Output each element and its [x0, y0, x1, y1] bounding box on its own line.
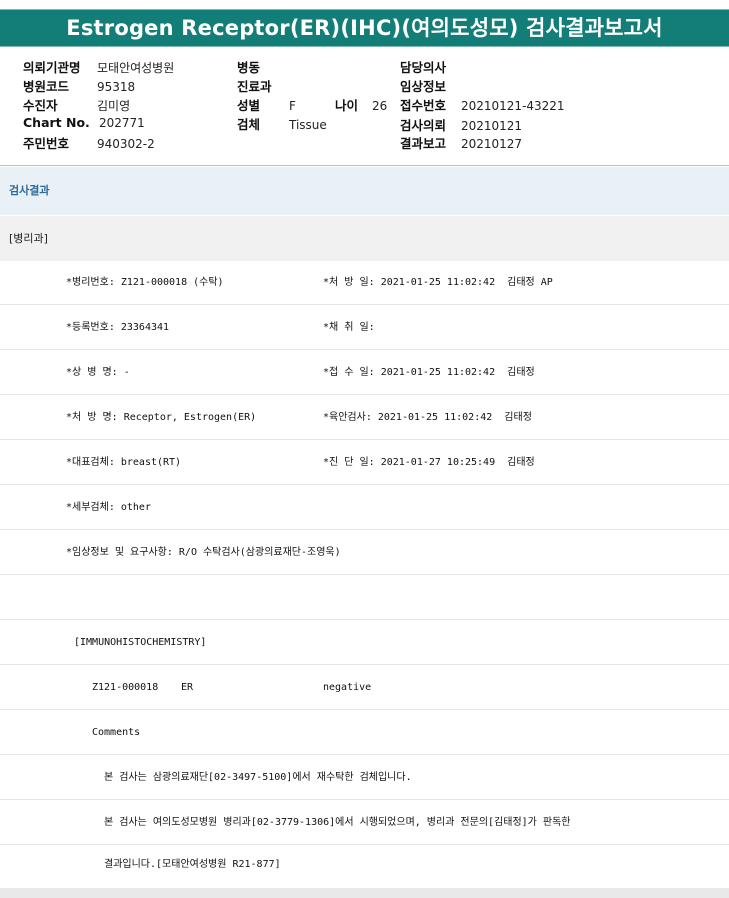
ihc-heading-row: [IMMUNOHISTOCHEMISTRY]: [0, 621, 729, 665]
hospital-code-row: 병원코드 95318: [23, 76, 135, 95]
hospital-code-value: 95318: [96, 80, 136, 94]
patient-row: 수진자 김미영: [23, 95, 130, 114]
footer-band: [0, 888, 729, 898]
age-value: 26: [371, 99, 388, 113]
info-row-left: *병리번호: Z121-000018 (수탁): [66, 277, 224, 288]
results-section-header: 검사결과: [0, 167, 729, 215]
blank-row: [0, 576, 729, 620]
pathology-section-header: [병리과]: [0, 216, 729, 261]
ward-label: 병동: [237, 60, 261, 75]
resident-no-row: 주민번호 940302-2: [23, 133, 155, 152]
patient-label: 수진자: [23, 98, 58, 113]
comments-label-row: Comments: [0, 711, 729, 755]
report-date-label: 결과보고: [400, 136, 447, 151]
info-row: *임상정보 및 요구사항: R/O 수탁검사(삼광의료재단-조영욱): [0, 531, 729, 575]
institution-value: 모태안여성병원: [96, 61, 175, 75]
comment-text: 본 검사는 삼광의료재단[02-3497-5100]에서 재수탁한 검체입니다.: [104, 772, 412, 783]
sex-label: 성별: [237, 98, 261, 113]
ihc-case-number: Z121-000018: [92, 682, 159, 693]
ward-row: 병동: [237, 57, 260, 76]
resident-no-value: 940302-2: [96, 137, 155, 151]
info-row-left: *처 방 명: Receptor, Estrogen(ER): [66, 412, 257, 423]
comments-label: Comments: [92, 727, 141, 738]
institution-label: 의뢰기관명: [23, 60, 81, 75]
chart-no-row: Chart No. 202771: [23, 115, 145, 130]
info-row-right: *채 취 일:: [323, 322, 375, 333]
clinical-row: 임상정보: [400, 76, 446, 95]
report-date-value: 20210127: [460, 137, 523, 151]
info-row: *등록번호: 23364341 *채 취 일:: [0, 306, 729, 350]
info-row-right: *육안검사: 2021-01-25 11:02:42 김태정: [323, 412, 532, 423]
resident-no-label: 주민번호: [23, 136, 70, 151]
info-row-right: *처 방 일: 2021-01-25 11:02:42 김태정 AP: [323, 277, 553, 288]
info-row-right: *진 단 일: 2021-01-27 10:25:49 김태정: [323, 457, 535, 468]
info-row: *병리번호: Z121-000018 (수탁) *처 방 일: 2021-01-…: [0, 261, 729, 305]
sex-age-row: 성별 F 나이 26: [237, 95, 387, 114]
receipt-value: 20210121-43221: [460, 99, 565, 113]
ihc-result-row: Z121-000018 ER negative: [0, 666, 729, 710]
institution-row: 의뢰기관명 모태안여성병원: [23, 57, 174, 76]
report-date-row: 결과보고 20210127: [400, 133, 522, 152]
info-row: *세부검체: other: [0, 486, 729, 530]
info-row-right: *접 수 일: 2021-01-25 11:02:42 김태정: [323, 367, 535, 378]
info-row-left: *대표검체: breast(RT): [66, 457, 182, 468]
info-row-left: *등록번호: 23364341: [66, 322, 170, 333]
dept-row: 진료과: [237, 76, 272, 95]
age-label: 나이: [334, 98, 358, 113]
patient-value: 김미영: [96, 99, 131, 113]
request-value: 20210121: [460, 119, 523, 133]
ihc-marker: ER: [181, 682, 194, 693]
comment-text: 결과입니다.[모태안여성병원 R21-877]: [104, 859, 281, 870]
comment-text: 본 검사는 여의도성모병원 병리과[02-3779-1306]에서 시행되었으며…: [104, 817, 571, 828]
request-label: 검사의뢰: [400, 118, 447, 133]
doctor-row: 담당의사: [400, 57, 446, 76]
report-title: Estrogen Receptor(ER)(IHC)(여의도성모) 검사결과보고…: [0, 9, 729, 47]
specimen-row: 검체 Tissue: [237, 114, 327, 133]
info-row: *상 병 명: - *접 수 일: 2021-01-25 11:02:42 김태…: [0, 351, 729, 395]
comment-row: 결과입니다.[모태안여성병원 R21-877]: [0, 843, 729, 887]
chart-no-label: Chart No.: [23, 115, 90, 130]
specimen-label: 검체: [237, 117, 261, 132]
specimen-value: Tissue: [288, 118, 327, 132]
info-row-left: *임상정보 및 요구사항: R/O 수탁검사(삼광의료재단-조영욱): [66, 547, 341, 558]
hospital-code-label: 병원코드: [23, 79, 70, 94]
chart-no-value: 202771: [98, 116, 145, 130]
comment-row: 본 검사는 삼광의료재단[02-3497-5100]에서 재수탁한 검체입니다.: [0, 756, 729, 800]
ihc-result: negative: [323, 682, 372, 693]
doctor-label: 담당의사: [400, 60, 447, 75]
header-divider: [0, 165, 729, 166]
info-row-left: *세부검체: other: [66, 502, 151, 513]
receipt-row: 접수번호 20210121-43221: [400, 95, 565, 114]
ihc-heading: [IMMUNOHISTOCHEMISTRY]: [74, 637, 207, 648]
info-row: *처 방 명: Receptor, Estrogen(ER) *육안검사: 20…: [0, 396, 729, 440]
info-row-left: *상 병 명: -: [66, 367, 130, 378]
dept-label: 진료과: [237, 79, 272, 94]
receipt-label: 접수번호: [400, 98, 447, 113]
info-row: *대표검체: breast(RT) *진 단 일: 2021-01-27 10:…: [0, 441, 729, 485]
clinical-label: 임상정보: [400, 79, 447, 94]
comment-row: 본 검사는 여의도성모병원 병리과[02-3779-1306]에서 시행되었으며…: [0, 801, 729, 845]
request-row: 검사의뢰 20210121: [400, 115, 522, 134]
sex-value: F: [288, 99, 296, 113]
